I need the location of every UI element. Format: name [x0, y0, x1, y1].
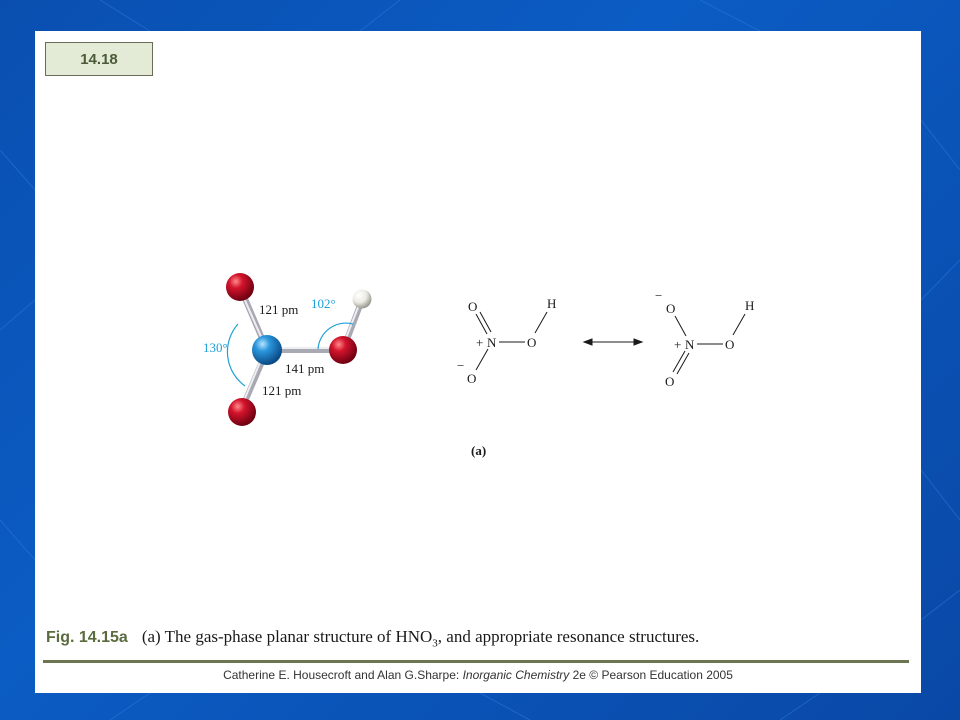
- bond-length-middle: 141 pm: [285, 361, 324, 376]
- credit-title: Inorganic Chemistry: [462, 668, 570, 682]
- bond-length-bottom: 121 pm: [262, 383, 301, 398]
- resonance-structure-1: O H + N O − O: [457, 296, 556, 386]
- credit-authors: Catherine E. Housecroft and Alan G.Sharp…: [223, 668, 463, 682]
- caption-label: Fig. 14.15a: [46, 629, 128, 646]
- resonance-arrow: [582, 338, 644, 346]
- footer-divider: [43, 660, 909, 663]
- caption-text-after: , and appropriate resonance structures.: [437, 627, 700, 646]
- angle-label-130: 130°: [203, 340, 228, 355]
- caption-text-before: (a) The gas-phase planar structure of HN…: [141, 627, 433, 646]
- resonance-structure-2: − O H + N O O: [655, 288, 754, 389]
- credit-rest: 2e © Pearson Education 2005: [569, 668, 733, 682]
- oxygen-atom-top: [226, 273, 254, 301]
- caption-text: (a) The gas-phase planar structure of HN…: [142, 627, 699, 649]
- ball-and-stick-model: 121 pm 141 pm 121 pm 130° 102°: [203, 273, 372, 426]
- res2-minus: −: [655, 288, 662, 303]
- res1-o-bottom: O: [467, 371, 476, 386]
- res2-o-top: O: [666, 301, 675, 316]
- oxygen-atom-hydroxyl: [329, 336, 357, 364]
- res1-o-top: O: [468, 299, 477, 314]
- bond-length-top: 121 pm: [259, 302, 298, 317]
- hydrogen-atom: [352, 289, 372, 309]
- res2-plus: +: [674, 337, 681, 352]
- res2-n: N: [685, 337, 695, 352]
- res1-o-right: O: [527, 335, 536, 350]
- res1-n: N: [487, 335, 497, 350]
- angle-arc-130: [226, 323, 246, 387]
- res1-h: H: [547, 296, 556, 311]
- slide-content: 14.18 121 pm 141 pm 121 pm 130° 102° O H…: [35, 31, 921, 693]
- res2-o-bottom: O: [665, 374, 674, 389]
- figure-caption: Fig. 14.15a (a) The gas-phase planar str…: [46, 627, 906, 653]
- hno3-figure: 121 pm 141 pm 121 pm 130° 102° O H + N O…: [203, 273, 754, 458]
- res1-minus: −: [457, 358, 464, 373]
- copyright-credit: Catherine E. Housecroft and Alan G.Sharp…: [35, 668, 921, 682]
- angle-label-102: 102°: [311, 296, 336, 311]
- res2-h: H: [745, 298, 754, 313]
- nitrogen-atom: [252, 335, 282, 365]
- res1-plus: +: [476, 335, 483, 350]
- res2-o-right: O: [725, 337, 734, 352]
- panel-label: (a): [471, 443, 486, 458]
- oxygen-atom-bottom: [228, 398, 256, 426]
